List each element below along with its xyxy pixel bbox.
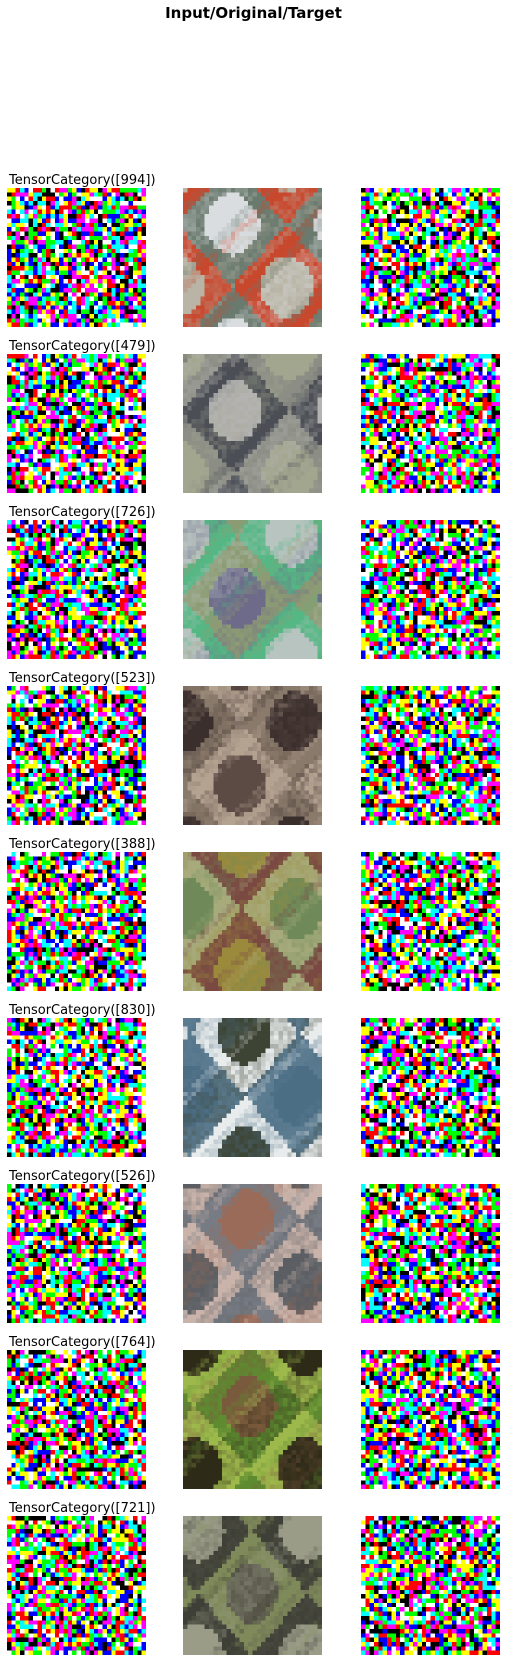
target-image-canvas <box>361 1350 500 1489</box>
target-image <box>361 188 500 327</box>
target-image <box>361 1516 500 1655</box>
target-image-canvas <box>361 188 500 327</box>
target-image-canvas <box>361 1516 500 1655</box>
input-image-canvas <box>7 1350 146 1489</box>
target-image <box>361 1018 500 1157</box>
row-label: TensorCategory([764]) <box>9 1335 156 1350</box>
target-image <box>361 852 500 991</box>
target-image <box>361 1184 500 1323</box>
input-image-canvas <box>7 354 146 493</box>
input-image-canvas <box>7 1018 146 1157</box>
input-image <box>7 1184 146 1323</box>
target-image <box>361 354 500 493</box>
target-image-canvas <box>361 1018 500 1157</box>
row-label: TensorCategory([479]) <box>9 339 156 354</box>
row-label: TensorCategory([830]) <box>9 1003 156 1018</box>
target-image <box>361 686 500 825</box>
original-image-canvas <box>183 1184 322 1323</box>
input-image <box>7 354 146 493</box>
row-label: TensorCategory([726]) <box>9 505 156 520</box>
input-image <box>7 1516 146 1655</box>
original-image <box>183 1184 322 1323</box>
original-image <box>183 686 322 825</box>
target-image-canvas <box>361 686 500 825</box>
input-image <box>7 520 146 659</box>
target-image-canvas <box>361 852 500 991</box>
original-image-canvas <box>183 1018 322 1157</box>
input-image <box>7 686 146 825</box>
target-image <box>361 520 500 659</box>
original-image <box>183 852 322 991</box>
row-label: TensorCategory([721]) <box>9 1501 156 1516</box>
original-image <box>183 1350 322 1489</box>
original-image <box>183 1018 322 1157</box>
original-image-canvas <box>183 188 322 327</box>
target-image <box>361 1350 500 1489</box>
original-image-canvas <box>183 520 322 659</box>
target-image-canvas <box>361 520 500 659</box>
original-image-canvas <box>183 852 322 991</box>
original-image-canvas <box>183 1516 322 1655</box>
input-image-canvas <box>7 1516 146 1655</box>
row-label: TensorCategory([388]) <box>9 837 156 852</box>
input-image <box>7 1018 146 1157</box>
input-image <box>7 852 146 991</box>
input-image-canvas <box>7 686 146 825</box>
original-image <box>183 354 322 493</box>
input-image-canvas <box>7 1184 146 1323</box>
input-image-canvas <box>7 852 146 991</box>
row-label: TensorCategory([526]) <box>9 1169 156 1184</box>
original-image <box>183 1516 322 1655</box>
input-image <box>7 188 146 327</box>
row-label: TensorCategory([994]) <box>9 173 156 188</box>
original-image <box>183 188 322 327</box>
original-image <box>183 520 322 659</box>
original-image-canvas <box>183 1350 322 1489</box>
original-image-canvas <box>183 686 322 825</box>
input-image <box>7 1350 146 1489</box>
input-image-canvas <box>7 520 146 659</box>
figure-title: Input/Original/Target <box>165 4 342 22</box>
row-label: TensorCategory([523]) <box>9 671 156 686</box>
target-image-canvas <box>361 354 500 493</box>
input-image-canvas <box>7 188 146 327</box>
original-image-canvas <box>183 354 322 493</box>
target-image-canvas <box>361 1184 500 1323</box>
